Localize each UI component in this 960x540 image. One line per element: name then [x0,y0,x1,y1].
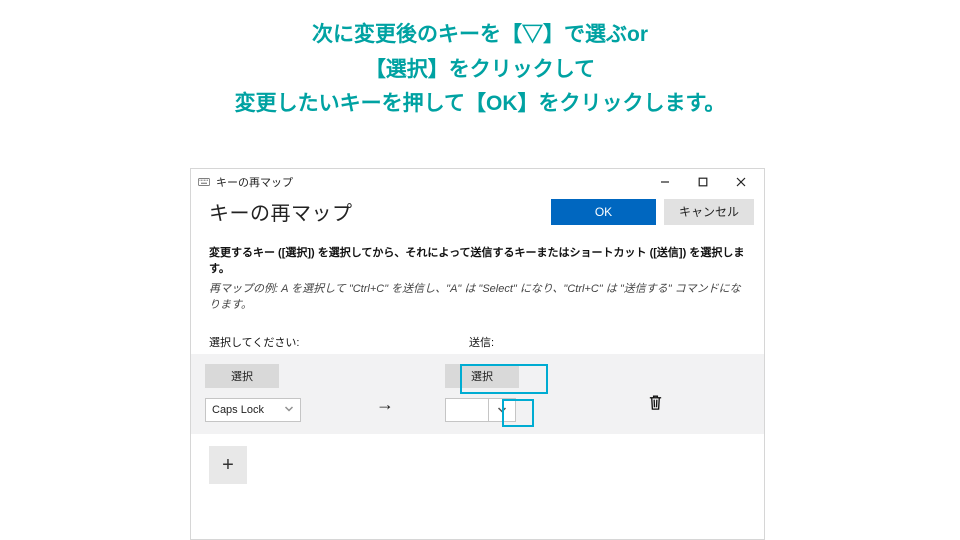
instruction-caption: 次に変更後のキーを【▽】で選ぶor 【選択】をクリックして 変更したいキーを押し… [0,0,960,122]
from-select-button[interactable]: 選択 [205,364,279,388]
caption-line: 変更したいキーを押して【OK】をクリックします。 [0,87,960,122]
to-key-dropdown[interactable] [445,398,565,422]
chevron-down-icon [488,398,516,422]
mapping-row: 選択 Caps Lock → 選択 [191,354,764,434]
caption-line: 次に変更後のキーを【▽】で選ぶor [0,18,960,53]
titlebar: キーの再マップ [191,169,764,193]
close-button[interactable] [722,172,760,192]
cancel-button[interactable]: キャンセル [664,199,754,225]
to-select-button[interactable]: 選択 [445,364,519,388]
add-mapping-button[interactable]: + [209,446,247,484]
from-key-value: Caps Lock [212,404,284,416]
keyboard-icon [197,176,210,189]
maximize-button[interactable] [684,172,722,192]
from-column-header: 選択してください: [209,334,469,350]
instruction-text-example: 再マップの例: A を選択して "Ctrl+C" を送信し、"A" は "Sel… [209,280,746,312]
to-key-value [445,398,488,422]
arrow-right-icon: → [376,394,394,415]
minimize-button[interactable] [646,172,684,192]
delete-row-button[interactable] [647,394,664,411]
page-title: キーの再マップ [209,197,551,226]
caption-line: 【選択】をクリックして [0,53,960,88]
ok-button[interactable]: OK [551,199,656,225]
window-title: キーの再マップ [216,174,293,190]
instruction-text-bold: 変更するキー ([選択]) を選択してから、それによって送信するキーまたはショー… [209,244,746,276]
to-column-header: 送信: [469,334,494,350]
chevron-down-icon [284,404,294,417]
remap-keys-window: キーの再マップ キーの再マップ OK キャンセル 変更するキー ([選択]) を… [190,168,765,540]
from-key-dropdown[interactable]: Caps Lock [205,398,301,422]
